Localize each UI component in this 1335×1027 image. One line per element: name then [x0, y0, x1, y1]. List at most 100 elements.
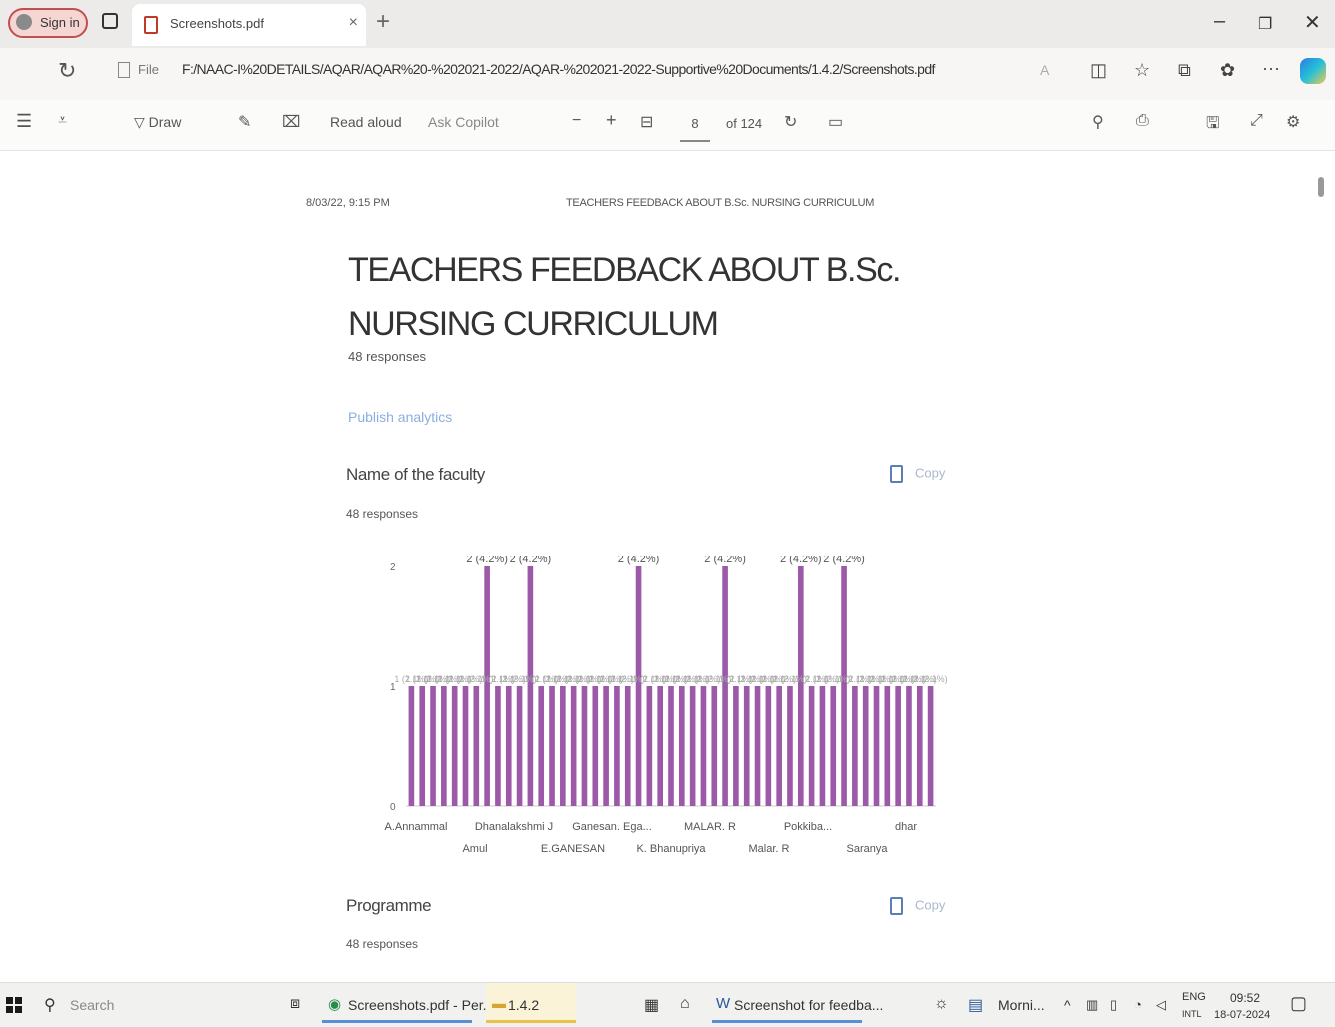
tray-app-label[interactable]: Morni...	[998, 997, 1045, 1013]
calculator-icon[interactable]: ▦	[644, 995, 659, 1015]
tab-screenshots-pdf[interactable]: Screenshots.pdf ×	[132, 4, 366, 46]
page-view-icon[interactable]: ▭	[828, 112, 843, 132]
tray-expand-icon[interactable]: ^	[1064, 997, 1071, 1013]
bar	[916, 686, 923, 806]
x-tick-label: K. Bhanupriya	[636, 843, 706, 855]
task-view-icon[interactable]: ⧈	[290, 995, 300, 1013]
minimize-icon[interactable]: –	[1214, 10, 1225, 33]
bar	[430, 686, 436, 806]
bar	[624, 686, 631, 806]
bar	[743, 686, 750, 806]
bar	[797, 566, 804, 806]
reload-icon[interactable]: ↻	[58, 58, 76, 84]
filter-icon[interactable]: ⩡	[58, 112, 67, 130]
x-tick-label: Amul	[462, 843, 487, 855]
network-icon[interactable]: ▥	[1086, 997, 1098, 1013]
publish-analytics-link[interactable]: Publish analytics	[348, 409, 452, 425]
y-tick-label: 2	[390, 562, 396, 573]
taskbar-app-label: Screenshots.pdf - Per...	[348, 997, 495, 1013]
extensions-icon[interactable]: ✿	[1220, 60, 1235, 81]
volume-icon[interactable]: ◁	[1156, 997, 1166, 1013]
split-screen-icon[interactable]: ◫	[1090, 60, 1107, 81]
taskbar-search-box[interactable]: Search	[70, 997, 114, 1013]
zoom-out-button[interactable]: −	[572, 112, 581, 130]
bar-data-label: 2 (4.2%)	[618, 556, 660, 565]
question-responses-faculty: 48 responses	[346, 507, 419, 521]
x-tick-label: Ganesan. Ega...	[572, 821, 652, 833]
bar	[581, 686, 588, 806]
bar	[560, 686, 566, 806]
draw-button[interactable]: ▽ Draw	[134, 114, 181, 131]
workspaces-icon[interactable]	[102, 13, 118, 29]
clock-time[interactable]: 09:52	[1230, 991, 1260, 1005]
bar	[841, 566, 847, 806]
word-icon: W	[716, 995, 731, 1012]
file-scheme-label: File	[138, 62, 159, 77]
new-tab-button[interactable]: +	[376, 8, 390, 36]
bar	[646, 686, 653, 806]
fullscreen-icon[interactable]: ⤢	[1250, 112, 1263, 130]
zoom-in-button[interactable]: +	[606, 110, 617, 131]
copy-icon	[890, 897, 903, 915]
notifications-icon[interactable]: ▢	[1290, 993, 1307, 1014]
taskbar-app-word[interactable]: W Screenshot for feedba...	[712, 983, 883, 1023]
file-icon	[118, 62, 130, 78]
faculty-bar-chart: 0121 (2.1%)1 (2.1%)1 (2.1%)1 (2.1%)1 (2.…	[385, 556, 948, 855]
restore-icon[interactable]: ❐	[1258, 14, 1272, 34]
pdf-page: 8/03/22, 9:15 PM TEACHERS FEEDBACK ABOUT…	[0, 151, 1335, 981]
ask-copilot-button[interactable]: Ask Copilot	[428, 114, 499, 130]
settings-gear-icon[interactable]: ⚙	[1286, 112, 1300, 132]
copy-chart-button-programme[interactable]: Copy	[890, 897, 945, 915]
search-icon[interactable]: ⚲	[44, 995, 56, 1015]
close-window-icon[interactable]: ✕	[1304, 10, 1321, 35]
bar	[927, 686, 934, 806]
bar	[419, 686, 426, 806]
folder-icon: ▬	[492, 995, 506, 1011]
bar	[700, 686, 707, 806]
rotate-icon[interactable]: ↻	[784, 112, 797, 132]
question-title-faculty: Name of the faculty	[346, 465, 485, 484]
bar	[495, 686, 501, 806]
copy-chart-button[interactable]: Copy	[890, 465, 945, 483]
erase-icon[interactable]: ⌧	[282, 112, 300, 132]
more-menu-icon[interactable]: ···	[1262, 58, 1280, 79]
print-icon[interactable]: ⎙	[1136, 112, 1149, 130]
tab-strip: Sign in Screenshots.pdf × + – ❐ ✕	[0, 0, 1335, 48]
news-icon[interactable]: ▤	[968, 995, 983, 1015]
x-tick-label: Saranya	[847, 843, 889, 855]
fit-page-icon[interactable]: ⊟	[640, 112, 653, 132]
search-icon[interactable]: ⚲	[1092, 112, 1104, 132]
collections-icon[interactable]: ⧉	[1178, 60, 1191, 81]
bar-data-label: 2 (4.2%)	[466, 556, 508, 565]
windows-start-icon[interactable]	[6, 997, 22, 1013]
save-as-icon[interactable]: 🖫	[1206, 112, 1220, 139]
y-tick-label: 0	[390, 802, 396, 813]
highlight-icon[interactable]: ✎	[238, 112, 251, 132]
copilot-icon[interactable]	[1300, 58, 1326, 84]
taskbar-app-folder[interactable]: ▬ 1.4.2	[486, 983, 576, 1023]
sign-in-button[interactable]: Sign in	[8, 8, 88, 38]
url-field[interactable]: F:/NAAC-I%20DETAILS/AQAR/AQAR%20-%202021…	[182, 61, 972, 77]
x-tick-label: MALAR. R	[684, 821, 736, 833]
bar	[657, 686, 663, 806]
tab-close-button[interactable]: ×	[349, 14, 358, 32]
page-number-input[interactable]: 8	[680, 108, 710, 142]
read-aloud-button[interactable]: Read aloud	[330, 114, 402, 130]
read-mode-icon[interactable]: A	[1040, 62, 1049, 78]
scrollbar-thumb[interactable]	[1318, 177, 1324, 197]
battery-icon[interactable]: ▯	[1110, 997, 1117, 1013]
favorites-icon[interactable]: ☆	[1134, 60, 1150, 81]
store-icon[interactable]: ⌂	[680, 995, 690, 1013]
language-label[interactable]: ENG	[1182, 991, 1206, 1003]
page-total: of 124	[726, 116, 763, 131]
print-header-title: TEACHERS FEEDBACK ABOUT B.Sc. NURSING CU…	[566, 197, 875, 209]
language-sub-label: INTL	[1182, 1009, 1202, 1019]
bar	[862, 686, 869, 806]
taskbar-app-edge[interactable]: ◉ Screenshots.pdf - Per...	[322, 983, 494, 1023]
bar	[852, 686, 858, 806]
wifi-icon[interactable]: ◔	[1134, 997, 1142, 1012]
profile-icon	[16, 14, 32, 30]
bar	[873, 686, 880, 806]
weather-icon[interactable]: ☼	[934, 995, 949, 1013]
contents-icon[interactable]: ☰	[16, 111, 32, 132]
